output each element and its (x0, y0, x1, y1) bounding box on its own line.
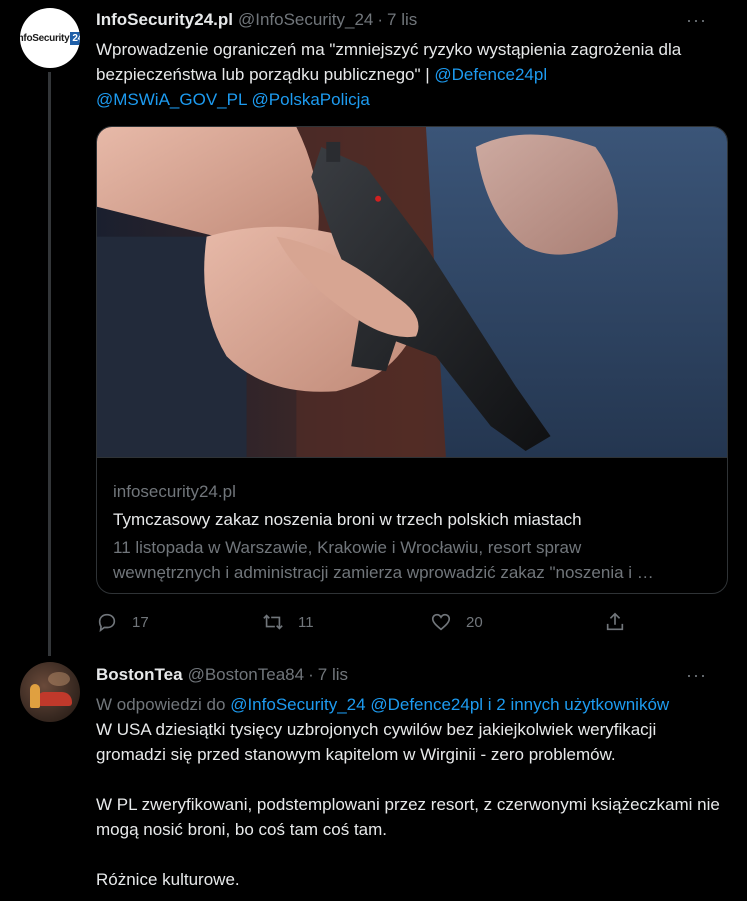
infosecurity-logo: InfoSecurity24 (20, 31, 80, 45)
reply-count: 17 (132, 613, 149, 631)
card-domain: infosecurity24.pl (113, 482, 236, 501)
mention-link[interactable]: @InfoSecurity_24 (230, 695, 365, 714)
more-icon[interactable]: ··· (686, 663, 707, 687)
card-description: wewnętrznych i administracji zamierza wp… (113, 563, 654, 582)
share-icon (606, 612, 624, 631)
reply-icon (98, 613, 116, 633)
others-link[interactable]: i 2 innych użytkowników (483, 695, 669, 714)
retweet-count: 11 (298, 613, 314, 631)
mention-link[interactable]: @MSWiA_GOV_PL (96, 90, 247, 109)
like-icon (431, 613, 451, 631)
car-image (38, 692, 72, 706)
reply-context: W odpowiedzi do @InfoSecurity_24 @Defenc… (96, 695, 670, 714)
separator: · (377, 10, 384, 29)
mention-link[interactable]: @Defence24pl (434, 65, 547, 84)
avatar[interactable] (20, 662, 80, 722)
paragraph: W USA dziesiątki tysięcy uzbrojonych cyw… (96, 720, 657, 764)
reply-button[interactable]: 17 (96, 611, 149, 633)
card-title: Tymczasowy zakaz noszenia broni w trzech… (113, 510, 582, 529)
action-bar: 17 11 20 (96, 608, 636, 636)
like-count: 20 (466, 613, 483, 631)
link-card[interactable]: infosecurity24.pl Tymczasowy zakaz nosze… (96, 126, 728, 594)
author-handle[interactable]: @BostonTea84 (188, 665, 305, 685)
more-icon[interactable]: ··· (686, 8, 707, 32)
retweet-button[interactable]: 11 (262, 611, 314, 633)
card-image (97, 127, 727, 458)
author-name[interactable]: InfoSecurity24.pl (96, 10, 233, 30)
tweet-header: InfoSecurity24.pl @InfoSecurity_24 · 7 l… (96, 8, 727, 32)
card-description: 11 listopada w Warszawie, Krakowie i Wro… (113, 538, 582, 557)
tweet-bostontea[interactable]: BostonTea @BostonTea84 · 7 lis ··· W odp… (0, 650, 747, 901)
author-name[interactable]: BostonTea (96, 665, 183, 685)
separator: · (308, 665, 314, 684)
share-button[interactable] (604, 611, 626, 633)
like-button[interactable]: 20 (430, 611, 483, 633)
tweet-text: W USA dziesiątki tysięcy uzbrojonych cyw… (96, 717, 727, 892)
tweet-text: Wprowadzenie ograniczeń ma "zmniejszyć r… (96, 40, 682, 109)
person-image (30, 684, 40, 708)
tweet-infosecurity[interactable]: InfoSecurity24 InfoSecurity24.pl @InfoSe… (0, 0, 747, 656)
retweet-icon (263, 614, 283, 630)
author-handle[interactable]: @InfoSecurity_24 (238, 10, 373, 30)
paragraph: W PL zweryfikowani, podstemplowani przez… (96, 795, 720, 839)
timestamp[interactable]: 7 lis (318, 665, 348, 685)
mention-link[interactable]: @PolskaPolicja (252, 90, 370, 109)
thread-line (48, 72, 51, 656)
timestamp[interactable]: 7 lis (387, 10, 417, 30)
tweet-header: BostonTea @BostonTea84 · 7 lis ··· (96, 663, 727, 687)
paragraph: Różnice kulturowe. (96, 870, 240, 889)
avatar[interactable]: InfoSecurity24 (20, 8, 80, 68)
card-meta: infosecurity24.pl Tymczasowy zakaz nosze… (97, 463, 727, 585)
mention-link[interactable]: @Defence24pl (370, 695, 483, 714)
